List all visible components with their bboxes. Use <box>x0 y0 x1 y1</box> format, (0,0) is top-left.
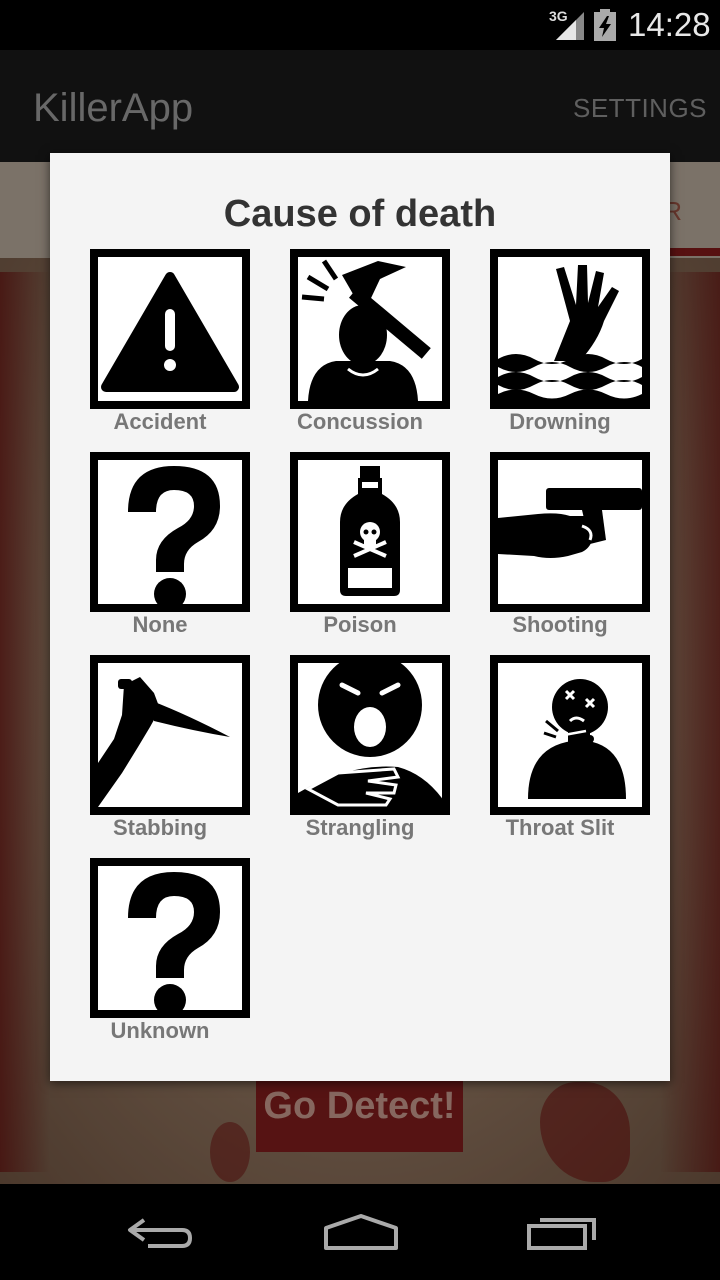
option-label: Throat Slit <box>505 815 615 840</box>
option-label: Strangling <box>305 815 415 840</box>
strangled-face-icon <box>298 663 442 807</box>
option-label: Stabbing <box>112 815 208 840</box>
signal-icon <box>556 12 584 40</box>
option-drowning[interactable]: Drowning <box>470 249 650 449</box>
home-icon[interactable] <box>323 1212 399 1252</box>
cause-of-death-dialog: Cause of death Accident Concussion Drown… <box>50 153 670 1081</box>
poison-bottle-icon <box>340 466 400 596</box>
option-shooting[interactable]: Shooting <box>470 452 650 652</box>
throat-slit-icon <box>528 679 626 799</box>
option-icon-frame <box>490 452 650 612</box>
option-icon-frame <box>90 452 250 612</box>
option-poison[interactable]: Poison <box>270 452 450 652</box>
question-mark-icon <box>128 872 220 1010</box>
option-icon-frame <box>90 655 250 815</box>
question-mark-icon <box>128 466 220 604</box>
option-label: None <box>132 612 188 637</box>
option-strangling[interactable]: Strangling <box>270 655 450 855</box>
recent-apps-icon[interactable] <box>526 1212 598 1252</box>
navigation-bar <box>0 1184 720 1280</box>
option-label: Accident <box>113 409 207 434</box>
option-icon-frame <box>90 858 250 1018</box>
option-icon-frame <box>490 655 650 815</box>
option-label: Shooting <box>512 612 608 637</box>
option-concussion[interactable]: Concussion <box>270 249 450 449</box>
option-label: Concussion <box>297 409 423 434</box>
warning-triangle-icon <box>101 272 239 392</box>
option-icon-frame <box>290 655 450 815</box>
pistol-hand-icon <box>498 488 642 558</box>
option-accident[interactable]: Accident <box>70 249 250 449</box>
option-icon-frame <box>90 249 250 409</box>
back-icon[interactable] <box>126 1212 196 1252</box>
option-none[interactable]: None <box>70 452 250 652</box>
status-bar: 3G 14:28 <box>0 0 720 50</box>
knife-hand-icon <box>98 677 230 807</box>
option-icon-frame <box>290 249 450 409</box>
option-label: Unknown <box>110 1018 210 1043</box>
hammer-head-icon <box>301 259 431 401</box>
option-stabbing[interactable]: Stabbing <box>70 655 250 855</box>
drowning-hand-icon <box>498 265 642 401</box>
status-clock: 14:28 <box>628 6 711 43</box>
option-label: Poison <box>323 612 397 637</box>
option-icon-frame <box>290 452 450 612</box>
option-throat-slit[interactable]: Throat Slit <box>470 655 650 855</box>
option-icon-frame <box>490 249 650 409</box>
battery-icon <box>594 9 616 41</box>
dialog-title: Cause of death <box>223 193 497 235</box>
option-label: Drowning <box>509 409 611 434</box>
option-unknown[interactable]: Unknown <box>70 858 250 1058</box>
